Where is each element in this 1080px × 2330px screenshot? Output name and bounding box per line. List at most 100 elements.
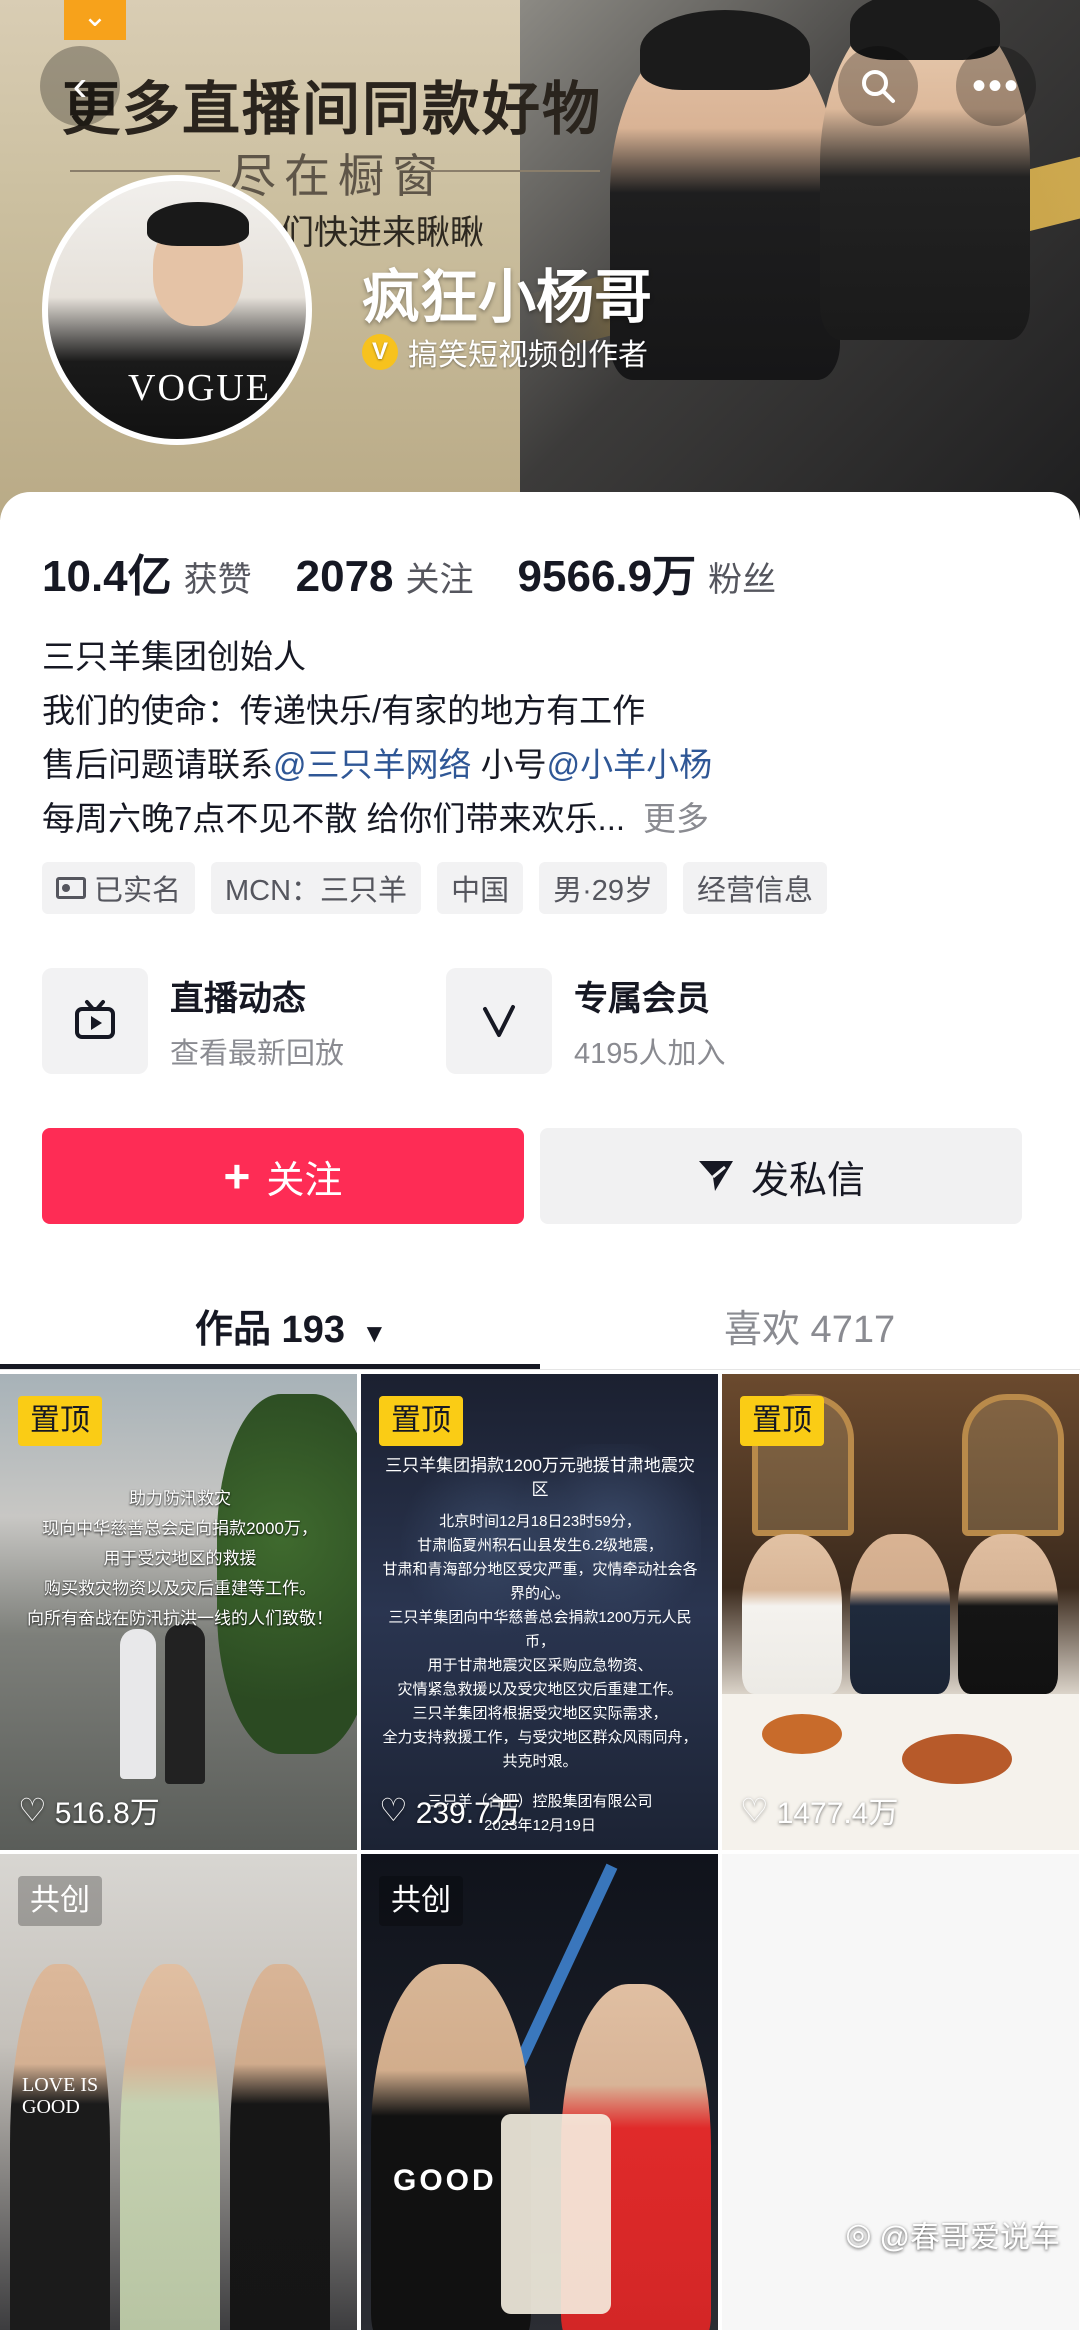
thumb-person [230, 1964, 330, 2330]
search-icon [862, 70, 895, 103]
profile-banner: ⌄ 更多直播间同款好物 尽在橱窗 们快进来瞅瞅 ‹ ••• VOGUE 疯狂小杨… [0, 0, 1080, 520]
heart-icon: ♡ [379, 1792, 408, 1828]
like-count: ♡ 239.7万 [379, 1788, 521, 1832]
stat-label: 粉丝 [708, 561, 777, 599]
feature-title: 专属会员 [574, 979, 710, 1018]
tab-divider [0, 1369, 1080, 1370]
plus-icon: + [223, 1150, 251, 1202]
bio-more-link[interactable]: 更多 [643, 800, 709, 837]
thumb-person [10, 1964, 110, 2330]
stat-followers[interactable]: 9566.9万 粉丝 [518, 540, 777, 604]
tag-region[interactable]: 中国 [437, 862, 524, 914]
caption-line: 三只羊集团向中华慈善总会捐款1200万元人民币， [388, 1609, 692, 1650]
pinned-badge: 置顶 [379, 1396, 463, 1446]
tab-likes[interactable]: 喜欢 4717 [724, 1298, 895, 1353]
bio-line: 我们的使命：传递快乐/有家的地方有工作 [42, 692, 646, 729]
caption-line: 现向中华慈善总会定向捐款2000万， [42, 1519, 318, 1538]
search-button[interactable] [838, 46, 918, 126]
tag-label: 经营信息 [697, 875, 814, 907]
bio-text: 每周六晚7点不见不散 给你们带来欢乐... [42, 800, 626, 837]
thumb-person [958, 1534, 1058, 1694]
thumb-person [742, 1534, 842, 1694]
profile-tags: 已实名 MCN：三只羊 中国 男·29岁 经营信息 [42, 862, 828, 914]
watermark: ◎ @春哥爱说车 [845, 2212, 1060, 2256]
thumb-person [120, 1964, 220, 2330]
like-count-text: 1477.4万 [776, 1797, 899, 1830]
thumb-person [850, 1534, 950, 1694]
banner-hair-left [640, 10, 810, 90]
thumb-shirt-text: LOVE IS GOOD [22, 2074, 99, 2118]
weibo-icon: ◎ [845, 2217, 872, 2251]
video-tile[interactable]: GOOD 共创 [361, 1854, 718, 2330]
pinned-badge: 置顶 [740, 1396, 824, 1446]
stat-likes[interactable]: 10.4亿 获赞 [42, 540, 252, 604]
chevron-left-icon: ‹ [72, 61, 88, 110]
caption-line: 灾情紧急救援以及受灾地区灾后重建工作。 [397, 1681, 683, 1698]
thumb-person [165, 1624, 205, 1784]
thumb-shirt-text: GOOD [393, 2164, 497, 2197]
tag-label: 男·29岁 [553, 875, 653, 907]
feature-row: 直播动态 查看最新回放 专属会员 4195人加入 [42, 968, 1042, 1076]
caption-line: 共克时艰。 [502, 1753, 578, 1770]
profile-stats: 10.4亿 获赞 2078 关注 9566.9万 粉丝 [42, 540, 776, 604]
like-count-text: 516.8万 [54, 1797, 160, 1830]
mention-link-main-account[interactable]: @三只羊网络 [273, 746, 472, 783]
send-icon [698, 1161, 733, 1191]
feature-live-updates[interactable]: 直播动态 查看最新回放 [42, 968, 344, 1074]
message-button[interactable]: 发私信 [540, 1128, 1022, 1224]
promo-title: 更多直播间同款好物 [62, 77, 603, 142]
caption-line: 全力支持救援工作，与受灾地区群众风雨同舟， [382, 1729, 698, 1746]
thumb-dish [902, 1734, 1012, 1784]
verification-text: 搞笑短视频创作者 [408, 339, 648, 372]
video-tile[interactable]: 助力防汛救灾 现向中华慈善总会定向捐款2000万， 用于受灾地区的救援 购买救灾… [0, 1374, 357, 1850]
promo-hint: 们快进来瞅瞅 [280, 214, 484, 252]
tag-gender-age[interactable]: 男·29岁 [539, 862, 667, 914]
back-button[interactable]: ‹ [40, 46, 120, 126]
caption-title: 三只羊集团捐款1200万元驰援甘肃地震灾区 [385, 1456, 695, 1499]
watermark-text: @春哥爱说车 [879, 2221, 1060, 2254]
message-label: 发私信 [750, 1159, 865, 1202]
follow-button[interactable]: + 关注 [42, 1128, 524, 1224]
video-tile[interactable]: 三只羊集团捐款1200万元驰援甘肃地震灾区 北京时间12月18日23时59分， … [361, 1374, 718, 1850]
co-creation-badge: 共创 [379, 1876, 463, 1926]
caption-line: 甘肃和青海部分地区受灾严重，灾情牵动社会各界的心。 [382, 1561, 698, 1602]
tag-verified-identity[interactable]: 已实名 [42, 862, 196, 914]
stat-number: 9566.9万 [517, 552, 697, 601]
caption-line: 向所有奋战在防汛抗洪一线的人们致敬！ [27, 1609, 333, 1628]
stat-number: 10.4亿 [42, 552, 172, 601]
id-card-icon [56, 877, 86, 899]
video-tile[interactable]: 置顶 ♡ 1477.4万 [722, 1374, 1079, 1850]
avatar[interactable]: VOGUE [42, 175, 312, 445]
feature-title: 直播动态 [170, 979, 306, 1018]
follow-label: 关注 [266, 1159, 343, 1202]
promo-subtitle: 尽在橱窗 [230, 150, 446, 202]
bio-line: 售后问题请联系@三只羊网络 小号@小羊小杨 [42, 738, 712, 792]
caption-line: 用于甘肃地震灾区采购应急物资、 [427, 1657, 653, 1674]
stat-following[interactable]: 2078 关注 [296, 552, 474, 602]
v-icon [446, 968, 552, 1074]
tab-works[interactable]: 作品 193 ▼ [195, 1298, 387, 1353]
caption-line: 三只羊集团将根据受灾地区实际需求， [412, 1705, 668, 1722]
content-tabs: 作品 193 ▼ 喜欢 4717 [0, 1280, 1080, 1370]
like-count: ♡ 516.8万 [18, 1788, 160, 1832]
feature-membership[interactable]: 专属会员 4195人加入 [446, 968, 726, 1074]
co-creation-badge: 共创 [18, 1876, 102, 1926]
caption-line: 甘肃临夏州积石山县发生6.2级地震， [417, 1537, 663, 1554]
tag-business-info[interactable]: 经营信息 [683, 862, 828, 914]
video-tile[interactable]: LOVE IS GOOD 共创 [0, 1854, 357, 2330]
heart-icon: ♡ [18, 1792, 47, 1828]
feature-subtitle: 4195人加入 [574, 1037, 726, 1070]
tag-mcn[interactable]: MCN：三只羊 [211, 862, 422, 914]
thumb-bag [501, 2114, 611, 2314]
tag-label: MCN：三只羊 [225, 875, 408, 907]
mention-link-alt-account[interactable]: @小羊小杨 [547, 746, 713, 783]
thumb-person [120, 1629, 156, 1779]
more-button[interactable]: ••• [956, 46, 1036, 126]
bio-text: 小号 [471, 746, 547, 783]
thumb-window [962, 1394, 1064, 1536]
stat-label: 关注 [405, 561, 474, 599]
bio-line: 每周六晚7点不见不散 给你们带来欢乐... 更多 [42, 792, 712, 846]
caret-down-icon[interactable]: ▼ [362, 1318, 388, 1348]
bio-line: 三只羊集团创始人 [42, 638, 306, 675]
like-count: ♡ 1477.4万 [740, 1788, 898, 1832]
